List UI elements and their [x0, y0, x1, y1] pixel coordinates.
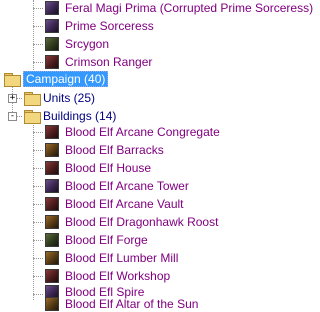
tree-line: [33, 276, 43, 277]
tree-item-label: Blood Elf Arcane Congregate: [65, 125, 220, 139]
tree-item-unit[interactable]: Crimson Ranger: [45, 54, 152, 70]
tree-item-building[interactable]: Blood Elf Forge: [45, 232, 148, 248]
tree-item-label: Blood Elf Workshop: [65, 269, 171, 283]
tree-line: [33, 62, 43, 63]
tree-item-label: Campaign (40): [23, 71, 109, 87]
tree-line: [33, 122, 34, 300]
tree-item-building[interactable]: Blood Elf Barracks: [45, 142, 164, 158]
tree-item-label: Blood Elf Lumber Mill: [65, 251, 179, 265]
tree-item-label: Blood Elf Arcane Tower: [65, 179, 189, 193]
tree-line: [33, 186, 43, 187]
tree-item-label: Blood Elf Forge: [65, 233, 148, 247]
tree-item-label: Units (25): [43, 91, 96, 105]
tree-item-label: Blood Elf Altar of the Sun: [65, 297, 199, 311]
tree-line: [33, 168, 43, 169]
tree-line: [33, 44, 43, 45]
tree-line: [33, 132, 43, 133]
building-icon: [45, 125, 59, 139]
tree-item-unit[interactable]: Srcygon: [45, 36, 109, 52]
tree-line: [33, 258, 43, 259]
building-icon: [45, 143, 59, 157]
tree-item-label: Blood Elf Barracks: [65, 143, 164, 157]
tree-item-label: Blood Elf Arcane Vault: [65, 197, 184, 211]
tree-item-buildings-folder[interactable]: Buildings (14): [24, 108, 116, 124]
building-icon: [45, 269, 59, 283]
tree-line: [33, 294, 43, 295]
tree-line: [33, 240, 43, 241]
tree-line: [33, 204, 43, 205]
tree-item-building[interactable]: Blood Elf Workshop: [45, 268, 170, 284]
folder-open-icon: [4, 72, 21, 87]
building-icon: [45, 215, 59, 229]
tree-item-building[interactable]: Blood Elf Arcane Congregate: [45, 124, 220, 140]
folder-closed-icon: [24, 91, 41, 106]
tree-line: [33, 222, 43, 223]
tree-item-label: Buildings (14): [43, 109, 117, 123]
building-icon: [45, 251, 59, 265]
unit-portrait-icon: [45, 55, 59, 69]
unit-portrait-icon: [45, 37, 59, 51]
building-icon: [45, 197, 59, 211]
tree-line: [33, 8, 43, 9]
tree-item-building[interactable]: Blood Elf Lumber Mill: [45, 250, 178, 266]
tree-item-building[interactable]: Blood Elf Arcane Vault: [45, 196, 184, 212]
building-icon: [45, 297, 59, 311]
tree-item-units-folder[interactable]: Units (25): [24, 90, 95, 106]
unit-portrait-icon: [45, 1, 59, 15]
folder-open-icon: [24, 109, 41, 124]
tree-item-label: Crimson Ranger: [65, 55, 153, 69]
tree-line: [33, 150, 43, 151]
tree-item-label: Prime Sorceress: [65, 19, 154, 33]
unit-portrait-icon: [45, 19, 59, 33]
tree-item-unit[interactable]: Prime Sorceress: [45, 18, 154, 34]
tree-item-label: Feral Magi Prima (Corrupted Prime Sorcer…: [65, 1, 314, 15]
tree-item-label: Blood Elf Dragonhawk Roost: [65, 215, 219, 229]
tree-item-label: Srcygon: [65, 37, 110, 51]
expand-icon[interactable]: +: [8, 94, 17, 103]
tree-item-building[interactable]: Blood Elf Dragonhawk Roost: [45, 214, 218, 230]
tree-item-building[interactable]: Blood Elf Arcane Tower: [45, 178, 189, 194]
building-icon: [45, 161, 59, 175]
tree-item-campaign[interactable]: Campaign (40): [4, 71, 109, 87]
tree-line: [33, 0, 34, 70]
building-icon: [45, 179, 59, 193]
object-tree-view[interactable]: Feral Magi Prima (Corrupted Prime Sorcer…: [0, 0, 313, 311]
building-icon: [45, 233, 59, 247]
tree-item-building[interactable]: Blood Elf Altar of the Sun: [45, 296, 198, 312]
tree-item-label: Blood Elf House: [65, 161, 152, 175]
collapse-icon[interactable]: -: [8, 112, 17, 121]
tree-item-building[interactable]: Blood Elf House: [45, 160, 151, 176]
tree-line: [33, 26, 43, 27]
tree-item-unit[interactable]: Feral Magi Prima (Corrupted Prime Sorcer…: [45, 0, 313, 16]
